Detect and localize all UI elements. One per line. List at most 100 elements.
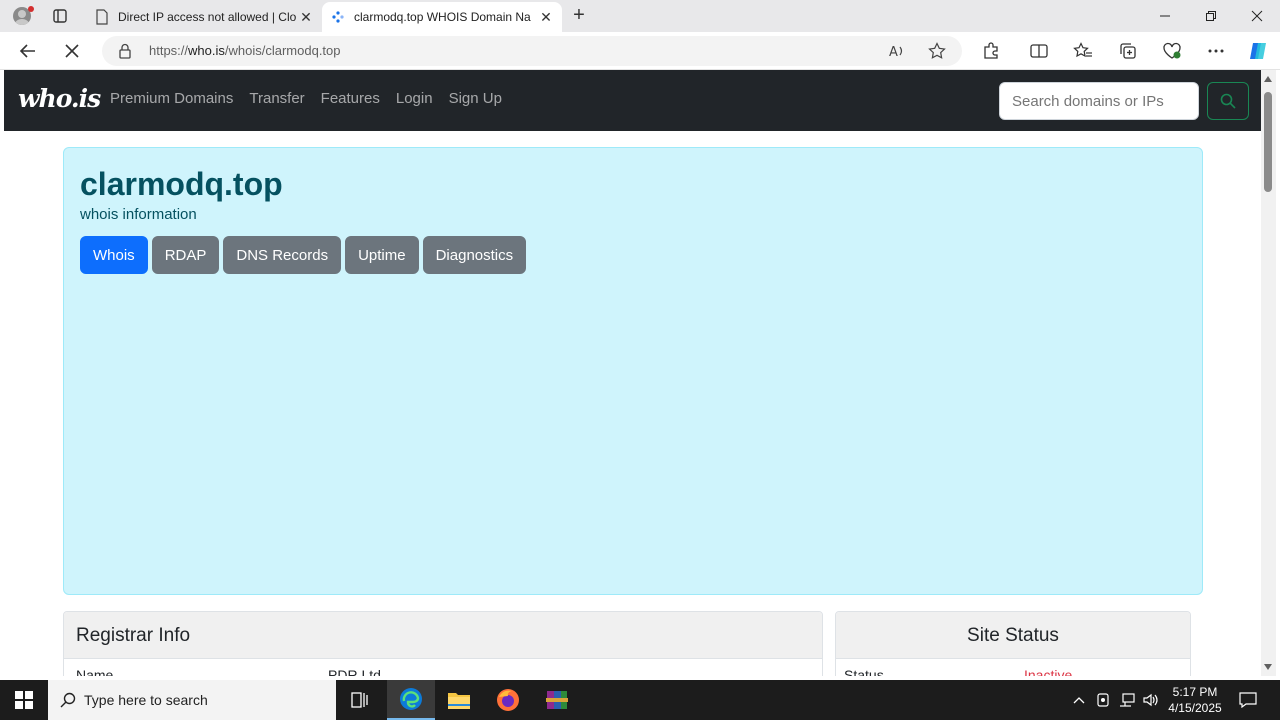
- split-screen-icon: [1030, 44, 1048, 58]
- taskbar-winrar[interactable]: [533, 680, 581, 720]
- profile-button[interactable]: [8, 4, 36, 28]
- url-text: https://who.is/whois/clarmodq.top: [149, 43, 341, 58]
- chevron-up-icon: [1073, 697, 1085, 704]
- row-value: PDR Ltd.: [328, 667, 385, 676]
- tab-strip: Direct IP access not allowed | Clo ✕ cla…: [0, 0, 1280, 32]
- close-tab-icon[interactable]: ✕: [538, 9, 554, 25]
- site-status-card: Site Status Status Inactive: [835, 611, 1191, 676]
- tab-whois[interactable]: clarmodq.top WHOIS Domain Na ✕: [322, 2, 562, 32]
- tab-diagnostics-button[interactable]: Diagnostics: [422, 236, 527, 274]
- collections-icon: [1120, 43, 1136, 59]
- volume-button[interactable]: [1141, 680, 1161, 720]
- back-arrow-icon: [19, 44, 35, 58]
- nav-login[interactable]: Login: [396, 90, 433, 107]
- task-view-icon: [351, 692, 368, 708]
- restore-button[interactable]: [1188, 0, 1234, 32]
- taskbar-file-explorer[interactable]: [435, 680, 483, 720]
- scroll-thumb[interactable]: [1264, 92, 1272, 192]
- tab-uptime-button[interactable]: Uptime: [345, 236, 419, 274]
- taskbar-search-box[interactable]: Type here to search: [48, 680, 336, 720]
- domain-hero: clarmodq.top whois information Whois RDA…: [63, 147, 1203, 595]
- network-icon: [1120, 693, 1135, 707]
- favorites-button[interactable]: [1069, 38, 1097, 64]
- nav-features[interactable]: Features: [321, 90, 380, 107]
- copilot-icon: [1250, 43, 1266, 59]
- heart-pulse-icon: [1163, 42, 1181, 59]
- more-menu-button[interactable]: [1202, 38, 1230, 64]
- close-icon: [65, 44, 79, 58]
- task-view-button[interactable]: [336, 680, 384, 720]
- taskbar-search-placeholder: Type here to search: [84, 692, 208, 708]
- system-clock[interactable]: 5:17 PM 4/15/2025: [1162, 684, 1228, 716]
- folder-icon: [448, 693, 470, 709]
- search-button[interactable]: [1207, 82, 1249, 120]
- minimize-icon: [1160, 15, 1170, 17]
- lock-icon: [118, 43, 132, 64]
- copilot-button[interactable]: [1244, 38, 1272, 64]
- page-icon: [94, 9, 110, 25]
- device-icon: [1097, 693, 1109, 707]
- tab-dns-records-button[interactable]: DNS Records: [223, 236, 342, 274]
- row-key: Name: [76, 667, 114, 676]
- back-button[interactable]: [14, 38, 42, 64]
- taskbar-firefox[interactable]: [484, 680, 532, 720]
- search-icon: [60, 692, 76, 708]
- start-button[interactable]: [0, 680, 48, 720]
- page-viewport: who.is Premium Domains Transfer Features…: [4, 70, 1261, 676]
- clock-time: 5:17 PM: [1172, 685, 1218, 699]
- site-navbar: who.is Premium Domains Transfer Features…: [4, 70, 1261, 131]
- info-tabs: Whois RDAP DNS Records Uptime Diagnostic…: [80, 236, 527, 274]
- tab-title: Direct IP access not allowed | Clo: [118, 10, 297, 24]
- close-window-button[interactable]: [1234, 0, 1280, 32]
- tab-actions-icon: [53, 9, 67, 23]
- row-key: Status: [844, 667, 884, 676]
- address-bar[interactable]: https://who.is/whois/clarmodq.top A: [102, 36, 962, 66]
- minimize-button[interactable]: [1142, 0, 1188, 32]
- restore-icon: [1206, 11, 1216, 21]
- notification-dot: [28, 6, 34, 12]
- tab-actions-button[interactable]: [48, 6, 72, 26]
- windows-logo-icon: [15, 691, 33, 709]
- tab-direct-ip[interactable]: Direct IP access not allowed | Clo ✕: [86, 2, 322, 32]
- collections-button[interactable]: [1114, 38, 1142, 64]
- split-screen-button[interactable]: [1025, 38, 1053, 64]
- tab-whois-button[interactable]: Whois: [80, 236, 148, 274]
- search-icon: [1220, 93, 1236, 109]
- tab-title: clarmodq.top WHOIS Domain Na: [354, 10, 531, 24]
- table-row: Name PDR Ltd.: [64, 659, 822, 676]
- puzzle-icon: [984, 42, 998, 59]
- browser-toolbar: https://who.is/whois/clarmodq.top A: [0, 32, 1280, 70]
- domain-subtitle: whois information: [80, 206, 197, 223]
- nav-sign-up[interactable]: Sign Up: [449, 90, 502, 107]
- windows-taskbar: Type here to search 5:17 PM 4/15/2025: [0, 680, 1280, 720]
- svg-text:A: A: [889, 45, 898, 60]
- edge-icon: [400, 688, 422, 710]
- favorites-icon: [1073, 42, 1092, 58]
- scroll-down-arrow-icon[interactable]: [1264, 664, 1272, 670]
- network-button[interactable]: [1117, 680, 1137, 720]
- nav-transfer[interactable]: Transfer: [249, 90, 304, 107]
- registrar-info-card: Registrar Info Name PDR Ltd.: [63, 611, 823, 676]
- nav-premium-domains[interactable]: Premium Domains: [110, 90, 233, 107]
- card-title: Site Status: [836, 612, 1190, 659]
- clock-date: 4/15/2025: [1168, 701, 1222, 715]
- close-icon: [1251, 10, 1263, 22]
- page-scrollbar[interactable]: [1261, 70, 1276, 676]
- domain-search-input[interactable]: [999, 82, 1199, 120]
- site-logo[interactable]: who.is: [18, 84, 101, 113]
- table-row: Status Inactive: [836, 659, 1190, 676]
- extensions-button[interactable]: [977, 38, 1005, 64]
- meet-now-button[interactable]: [1094, 680, 1112, 720]
- stop-loading-button[interactable]: [58, 38, 86, 64]
- close-tab-icon[interactable]: ✕: [298, 9, 314, 25]
- firefox-icon: [497, 689, 519, 711]
- tab-rdap-button[interactable]: RDAP: [151, 236, 220, 274]
- show-hidden-icons-button[interactable]: [1070, 680, 1088, 720]
- read-aloud-icon[interactable]: A: [888, 42, 906, 65]
- notifications-button[interactable]: [1234, 680, 1262, 720]
- scroll-up-arrow-icon[interactable]: [1264, 76, 1272, 82]
- browser-essentials-button[interactable]: [1158, 38, 1186, 64]
- new-tab-button[interactable]: +: [568, 5, 590, 27]
- favorite-star-icon[interactable]: [928, 42, 946, 65]
- taskbar-edge[interactable]: [387, 680, 435, 720]
